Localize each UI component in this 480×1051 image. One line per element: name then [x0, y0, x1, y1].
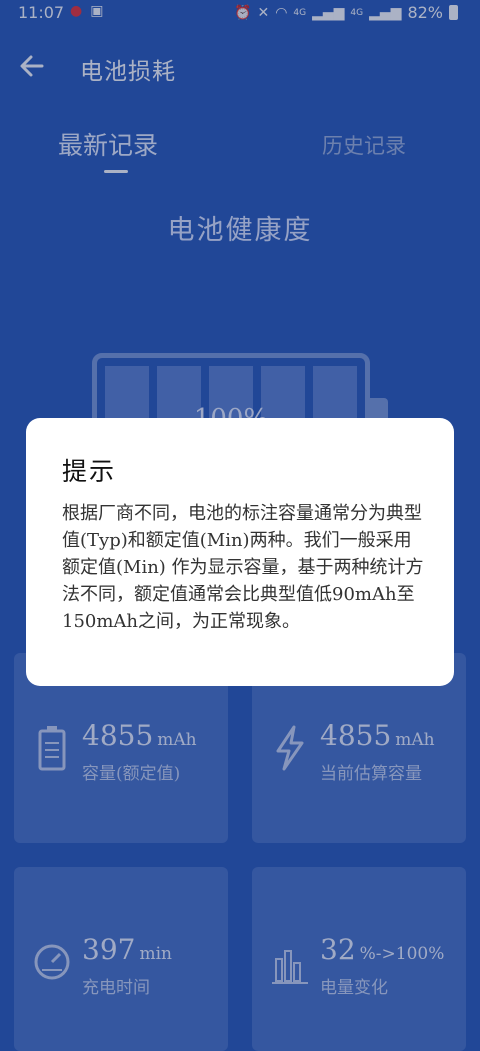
dialog-body: 根据厂商不同，电池的标注容量通常分为典型值(Typ)和额定值(Min)两种。我们… [62, 503, 424, 632]
dialog-title: 提示 [62, 457, 117, 486]
tip-dialog: 提示 根据厂商不同，电池的标注容量通常分为典型值(Typ)和额定值(Min)两种… [26, 418, 454, 686]
